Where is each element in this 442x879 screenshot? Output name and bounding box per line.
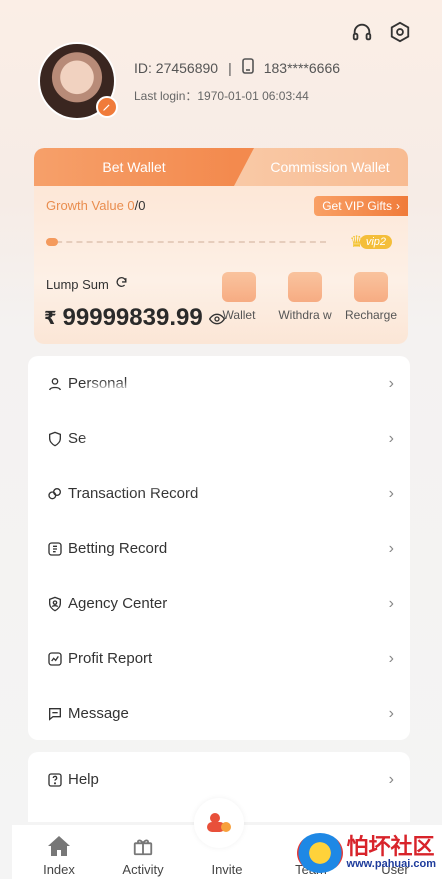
lump-sum-label: Lump Sum (46, 276, 109, 292)
shield-icon (46, 430, 64, 448)
get-vip-gifts-button[interactable]: Get VIP Gifts › (314, 196, 408, 216)
nav-label: Activity (122, 862, 164, 877)
watermark-logo (296, 833, 343, 873)
profile-header: ID: 27456890 | 183****6666 Last login：19… (38, 42, 340, 120)
chevron-right-icon: › (388, 484, 394, 502)
wallet-tabs: Bet Wallet Commission Wallet (34, 148, 408, 186)
chevron-right-icon: › (388, 429, 394, 447)
edit-avatar-icon[interactable] (96, 96, 118, 118)
growth-progress-bar (46, 238, 326, 246)
home-icon (46, 834, 72, 858)
last-login: Last login：1970-01-01 06:03:44 (134, 89, 309, 103)
menu-item-profit-report[interactable]: Profit Report › (28, 631, 410, 686)
menu-label: Help (68, 771, 99, 788)
gift-icon (130, 834, 156, 858)
avatar-container[interactable] (38, 42, 118, 120)
progress-track (46, 241, 326, 243)
menu-label: Profit Report (68, 650, 153, 667)
menu-label: Agency Center (68, 595, 168, 612)
header-icons (350, 20, 412, 44)
wallet-action-withdraw[interactable]: Withdra w (278, 272, 332, 322)
watermark-text: 怕坏社区 www.pahuai.com (347, 836, 436, 870)
headset-icon[interactable] (350, 20, 374, 44)
transaction-icon (46, 485, 64, 503)
wallet-action-label: Wallet (222, 308, 256, 322)
currency-symbol: ₹ (44, 307, 57, 328)
nav-index[interactable]: Index (24, 834, 94, 877)
withdraw-action-label: Withdra w (278, 308, 332, 322)
nav-label: Invite (211, 862, 243, 877)
menu-list: Personal › Se › Transaction Record › Bet… (28, 356, 410, 740)
invite-icon[interactable] (194, 798, 244, 848)
vip-gifts-label: Get VIP Gifts (322, 199, 392, 213)
menu-item-agency-center[interactable]: Agency Center › (28, 576, 410, 631)
menu-item-betting-record[interactable]: Betting Record › (28, 521, 410, 576)
menu-label: Betting Record (68, 540, 168, 557)
withdraw-icon (288, 272, 322, 302)
balance-amount: 99999839.99 (62, 304, 203, 331)
message-icon (46, 705, 64, 723)
wallet-card: Bet Wallet Commission Wallet Growth Valu… (34, 148, 408, 344)
watermark: 怕坏社区 www.pahuai.com (296, 833, 436, 873)
help-icon (46, 771, 64, 789)
agency-icon (46, 595, 64, 613)
growth-label: Growth Value (46, 198, 128, 213)
phone-icon (241, 58, 254, 77)
menu-label: Transaction Record (68, 485, 199, 502)
recharge-action-label: Recharge (344, 308, 398, 322)
chevron-right-icon: › (396, 199, 400, 213)
chevron-right-icon: › (388, 770, 394, 788)
nav-activity[interactable]: Activity (108, 834, 178, 877)
progress-fill (46, 238, 58, 246)
profile-info: ID: 27456890 | 183****6666 Last login：19… (134, 58, 340, 104)
vip-badge: ♛ vip2 (349, 232, 392, 252)
watermark-subtitle: www.pahuai.com (346, 858, 436, 870)
growth-current: 0 (127, 198, 135, 213)
nav-label: Index (43, 862, 75, 877)
chevron-right-icon: › (388, 374, 394, 392)
wallet-action-wallet[interactable]: Wallet (212, 272, 266, 322)
watermark-title: 怕坏社区 (346, 834, 435, 860)
balance: ₹ 99999839.99 (44, 304, 225, 332)
growth-target: 0 (138, 198, 146, 213)
wallet-body: Growth Value 0/0 Get VIP Gifts › ♛ vip2 … (34, 186, 408, 344)
wallet-icon (222, 272, 256, 302)
chevron-right-icon: › (388, 649, 394, 667)
obscured-region (88, 386, 378, 486)
wallet-action-recharge[interactable]: Recharge (344, 272, 398, 322)
menu-label: Message (68, 705, 129, 722)
person-icon (46, 375, 64, 393)
wallet-actions: Wallet Withdra w Recharge (212, 272, 398, 322)
refresh-icon[interactable] (115, 276, 128, 292)
vip-level: vip2 (359, 235, 392, 249)
chevron-right-icon: › (388, 704, 394, 722)
chevron-right-icon: › (388, 539, 394, 557)
settings-hexagon-icon[interactable] (388, 20, 412, 44)
separator: | (228, 59, 232, 76)
lump-sum: Lump Sum (46, 276, 128, 292)
menu-item-message[interactable]: Message › (28, 686, 410, 741)
chevron-right-icon: › (388, 594, 394, 612)
phone-number: 183****6666 (263, 59, 341, 76)
chart-icon (46, 650, 64, 668)
tab-bet-wallet[interactable]: Bet Wallet (34, 148, 254, 186)
user-id: ID: 27456890 (134, 59, 219, 76)
betting-icon (46, 540, 64, 558)
recharge-icon (354, 272, 388, 302)
tab-commission-wallet[interactable]: Commission Wallet (234, 148, 408, 186)
